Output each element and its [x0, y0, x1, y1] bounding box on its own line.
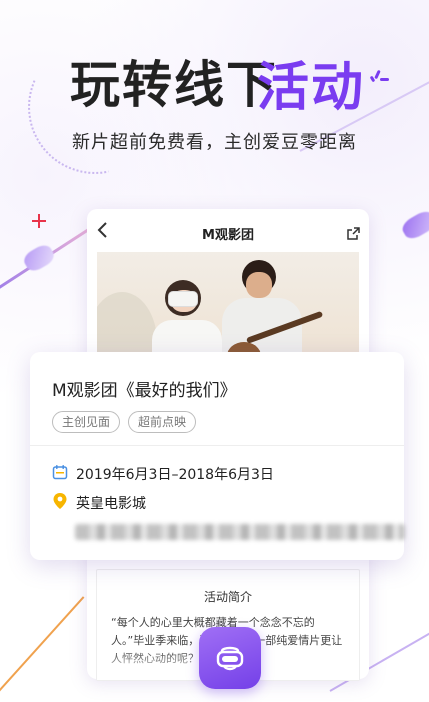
- event-date: 2019年6月3日–2018年6月3日: [76, 464, 274, 484]
- calendar-icon: [52, 464, 68, 484]
- event-tags: 主创见面 超前点映: [52, 411, 196, 433]
- event-tag: 超前点映: [128, 411, 196, 433]
- event-date-row: 2019年6月3日–2018年6月3日: [52, 464, 274, 484]
- location-pin-icon: [52, 492, 68, 514]
- poster-vr-headset: [169, 292, 197, 306]
- event-title: M观影团《最好的我们》: [52, 376, 237, 401]
- decorative-cross-icon: [32, 214, 46, 228]
- event-location: 英皇电影城: [76, 493, 146, 513]
- sparkle-icon: [368, 70, 386, 88]
- vr-headset-icon: [214, 642, 246, 674]
- event-info-card[interactable]: M观影团《最好的我们》 主创见面 超前点映 2019年6月3日–2018年6月3…: [30, 352, 404, 560]
- phone-nav-title: M观影团: [87, 224, 369, 243]
- headline-part1: 玩转线下: [70, 45, 278, 117]
- vr-headset-button[interactable]: [199, 627, 261, 689]
- event-location-row[interactable]: 英皇电影城: [52, 492, 146, 514]
- headline-part2: 活动: [257, 45, 365, 120]
- headline-subtitle: 新片超前免费看，主创爱豆零距离: [0, 128, 429, 154]
- activity-intro-title: 活动简介: [97, 588, 359, 605]
- headline: 玩转线下 活动: [0, 40, 429, 110]
- phone-nav-bar: M观影团: [87, 209, 369, 255]
- divider: [30, 445, 404, 446]
- share-icon[interactable]: [347, 225, 359, 237]
- event-tag: 主创见面: [52, 411, 120, 433]
- poster-boy-face: [246, 272, 272, 298]
- blurred-address: [75, 524, 405, 540]
